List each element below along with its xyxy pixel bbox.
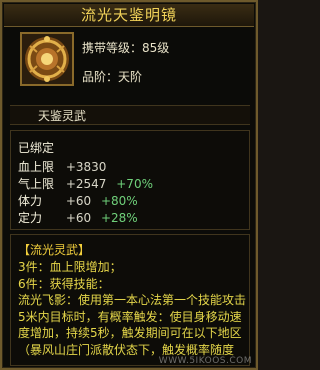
set-title: 【流光灵武】 bbox=[18, 243, 91, 257]
set-bonus-6: 6件：获得技能： bbox=[18, 277, 110, 291]
bound-status: 已绑定 bbox=[18, 141, 55, 155]
stat-name: 定力 bbox=[18, 211, 43, 225]
panel-name: 天鉴灵武 bbox=[10, 105, 250, 125]
stats-panel: 已绑定 血上限 +3830 气上限 +2547 +70% 体力 +60 +80%… bbox=[10, 130, 250, 230]
stat-value: +60 bbox=[65, 194, 92, 208]
stat-row-focus: 定力 +60 +28% bbox=[18, 209, 138, 226]
set-bonus-3: 3件：血上限增加； bbox=[18, 260, 122, 274]
mirror-icon bbox=[25, 36, 69, 82]
stat-name: 体力 bbox=[18, 194, 43, 208]
set-bonus-panel: 【流光灵武】 3件：血上限增加； 6件：获得技能： 流光飞影：使用第一本心法第一… bbox=[10, 234, 250, 366]
stat-row-stamina: 体力 +60 +80% bbox=[18, 192, 138, 209]
item-title: 流光天鉴明镜 bbox=[4, 4, 254, 27]
stat-bonus: +80% bbox=[100, 194, 138, 208]
stat-value: +3830 bbox=[65, 160, 107, 174]
watermark: WWW.5IKOOS.COM bbox=[158, 356, 252, 366]
stat-bonus: +70% bbox=[116, 177, 153, 191]
stat-name: 气上限 bbox=[18, 177, 55, 191]
stat-bonus: +28% bbox=[100, 211, 138, 225]
stat-row-hp: 血上限 +3830 bbox=[18, 158, 112, 175]
carry-level: 携带等级：85级 bbox=[82, 41, 170, 55]
stat-value: +60 bbox=[65, 211, 92, 225]
stat-row-qi: 气上限 +2547 +70% bbox=[18, 175, 153, 192]
item-icon-slot[interactable] bbox=[20, 32, 74, 86]
item-tooltip: 流光天鉴明镜 携带等级：85级 品阶：天阶 天鉴灵武 已绑定 血上限 +3830… bbox=[0, 0, 258, 370]
stat-name: 血上限 bbox=[18, 160, 55, 174]
stat-value: +2547 bbox=[65, 177, 107, 191]
skill-description: 流光飞影：使用第一本心法第一个技能攻击5米内目标时，有概率触发：使目身移动速度增… bbox=[18, 293, 247, 357]
item-grade: 品阶：天阶 bbox=[82, 70, 143, 84]
